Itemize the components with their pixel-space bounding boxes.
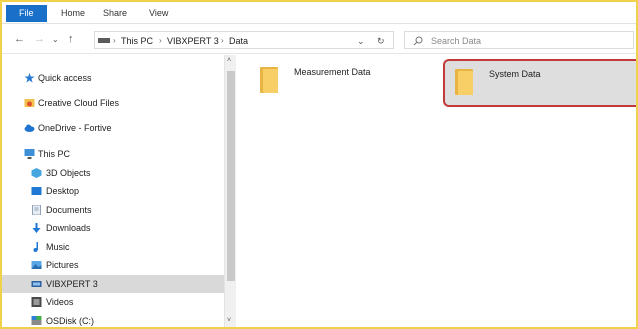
back-arrow-icon[interactable]: ← <box>14 33 25 45</box>
nav-label: VIBXPERT 3 <box>46 279 98 289</box>
cube-icon <box>31 168 42 178</box>
creative-cloud-icon <box>24 99 35 107</box>
ribbon-tabs: File Home Share View <box>2 2 636 24</box>
star-icon <box>24 73 35 83</box>
nav-videos[interactable]: Videos <box>2 293 224 311</box>
folder-item-selected[interactable]: System Data <box>443 59 636 107</box>
nav-label: Downloads <box>46 223 91 233</box>
scroll-down-icon[interactable]: ˅ <box>227 317 231 325</box>
forward-arrow-icon[interactable]: → <box>34 33 45 45</box>
nav-osdisk[interactable]: OSDisk (C:) <box>2 312 224 327</box>
search-placeholder: Search Data <box>431 36 482 46</box>
nav-pictures[interactable]: Pictures <box>2 256 224 274</box>
nav-documents[interactable]: Documents <box>2 201 224 219</box>
nav-label: Quick access <box>38 73 92 83</box>
breadcrumb-separator: › <box>113 36 116 45</box>
device-icon <box>31 281 42 287</box>
folder-icon <box>455 69 473 95</box>
nav-label: Desktop <box>46 186 80 196</box>
nav-label: Documents <box>46 205 92 215</box>
drive-icon <box>31 316 42 325</box>
nav-creative-cloud[interactable]: Creative Cloud Files <box>2 94 224 112</box>
file-list: Measurement Data System Data <box>238 55 636 327</box>
pictures-icon <box>31 261 42 269</box>
nav-label: Pictures <box>46 260 79 270</box>
breadcrumb-separator: › <box>221 36 224 45</box>
tab-file[interactable]: File <box>6 5 47 22</box>
nav-label: OSDisk (C:) <box>46 316 94 326</box>
address-bar[interactable]: › This PC › VIBXPERT 3 › Data ⌄ ↻ <box>94 31 394 49</box>
folder-name: System Data <box>489 69 541 79</box>
address-dropdown-chevron-icon[interactable]: ⌄ <box>357 35 365 47</box>
nav-vibxpert[interactable]: VIBXPERT 3 <box>2 275 224 293</box>
nav-label: 3D Objects <box>46 168 91 178</box>
tab-home[interactable]: Home <box>52 5 94 22</box>
nav-label: OneDrive - Fortive <box>38 123 112 133</box>
nav-onedrive[interactable]: OneDrive - Fortive <box>2 119 224 137</box>
video-icon <box>31 297 42 307</box>
scrollbar-thumb[interactable] <box>227 71 235 281</box>
address-toolbar: ← → ⌄ ↑ › This PC › VIBXPERT 3 › Data ⌄ … <box>2 26 636 54</box>
nav-label: Music <box>46 242 70 252</box>
explorer-window: File Home Share View ← → ⌄ ↑ › This PC ›… <box>0 0 638 329</box>
nav-downloads[interactable]: Downloads <box>2 219 224 237</box>
computer-icon <box>24 149 35 159</box>
folder-item[interactable]: Measurement Data <box>244 59 424 107</box>
tab-share[interactable]: Share <box>94 5 136 22</box>
document-icon <box>32 205 41 215</box>
nav-label: Creative Cloud Files <box>38 98 120 108</box>
nav-scrollbar[interactable]: ˄ ˅ <box>224 55 236 327</box>
search-icon <box>413 36 423 46</box>
navigation-pane: Quick access Creative Cloud Files OneDri… <box>2 55 236 327</box>
scroll-up-icon[interactable]: ˄ <box>227 57 231 65</box>
nav-quick-access[interactable]: Quick access <box>2 69 224 87</box>
up-arrow-icon[interactable]: ↑ <box>68 33 74 45</box>
breadcrumb-separator: › <box>159 36 162 45</box>
cloud-icon <box>24 124 35 132</box>
nav-desktop[interactable]: Desktop <box>2 182 224 200</box>
nav-label: Videos <box>46 297 74 307</box>
refresh-icon[interactable]: ↻ <box>377 35 385 47</box>
breadcrumb-data[interactable]: Data <box>229 35 248 47</box>
desktop-icon <box>31 187 42 195</box>
pc-icon <box>98 38 110 43</box>
folder-name: Measurement Data <box>294 67 371 77</box>
nav-label: This PC <box>38 149 71 159</box>
breadcrumb-this-pc[interactable]: This PC <box>121 35 153 47</box>
music-icon <box>33 242 38 252</box>
search-box[interactable]: Search Data <box>404 31 634 49</box>
tab-view[interactable]: View <box>140 5 177 22</box>
download-icon <box>32 223 41 233</box>
recent-chevron-icon[interactable]: ⌄ <box>52 34 59 46</box>
nav-3d-objects[interactable]: 3D Objects <box>2 164 224 182</box>
breadcrumb-vibxpert[interactable]: VIBXPERT 3 <box>167 35 219 47</box>
nav-this-pc[interactable]: This PC <box>2 145 224 163</box>
folder-icon <box>260 67 278 93</box>
nav-music[interactable]: Music <box>2 238 224 256</box>
